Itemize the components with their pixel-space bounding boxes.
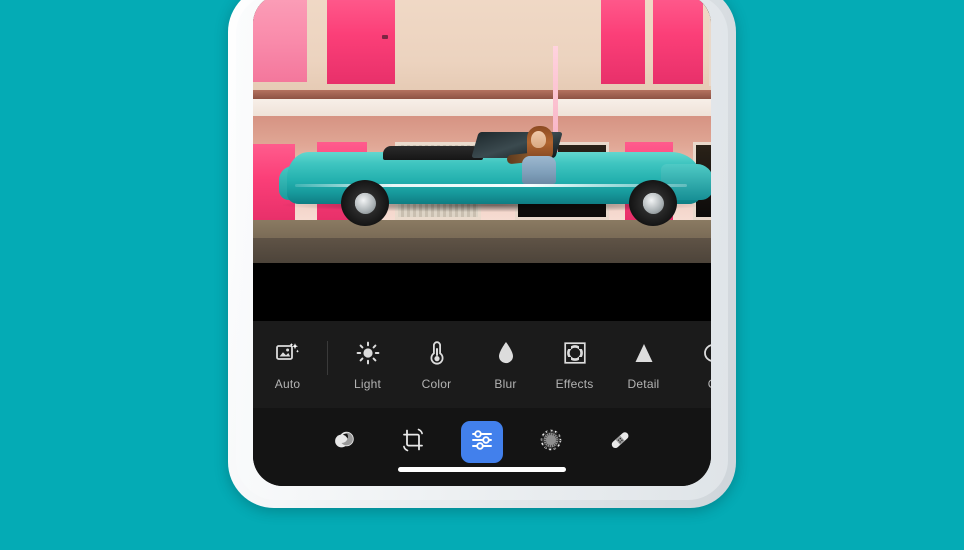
upper-door [253,0,307,82]
motel-balcony-rail [253,99,711,116]
tool-label: Detail [627,376,660,391]
upper-door [653,0,703,84]
nav-item-filters[interactable] [323,421,365,463]
tool-label: O [708,377,711,391]
edited-photo [253,0,711,263]
tool-light[interactable]: Light [333,326,402,404]
tool-label: Auto [274,376,301,391]
upper-door [327,0,395,84]
lens-filters-icon [331,427,357,458]
door-knob [382,35,388,40]
car-seats [383,146,483,160]
convertible-car [279,126,711,226]
optics-icon [701,338,711,368]
thermometer-icon [428,338,446,368]
upper-door [601,0,645,84]
tool-optics[interactable]: O [678,326,711,404]
tool-effects[interactable]: Effects [540,326,609,404]
edit-tools-strip[interactable]: Auto Light Color Blur Effects Detail [253,321,711,408]
crop-rotate-icon [400,427,426,458]
droplet-icon [496,338,516,368]
phone-bezel: Auto Light Color Blur Effects Detail [236,0,728,500]
upper-window [709,0,711,86]
motel-ledge-shadow [253,90,711,99]
nav-button-row [253,414,711,470]
tool-auto[interactable]: Auto [253,326,322,404]
phone-device-frame: Auto Light Color Blur Effects Detail [228,0,736,508]
triangle-icon [632,338,656,368]
home-indicator[interactable] [398,467,566,472]
photo-preview-canvas[interactable] [253,0,711,263]
person-face [531,131,546,148]
tool-color[interactable]: Color [402,326,471,404]
vignette-icon [563,338,587,368]
tool-label: Color [421,376,452,391]
phone-screen: Auto Light Color Blur Effects Detail [253,0,711,486]
tools-divider [327,340,328,375]
car-front-wheel [629,180,677,226]
tool-label: Blur [494,376,517,391]
tool-blur[interactable]: Blur [471,326,540,404]
tool-label: Effects [555,376,594,391]
car-rear-wheel [341,180,389,226]
healing-patch-icon [607,427,633,458]
motel-asphalt [253,238,711,263]
tool-label: Light [353,376,382,391]
sliders-icon [469,427,495,458]
letterbox-area [253,263,711,321]
tool-detail[interactable]: Detail [609,326,678,404]
bottom-navigation-bar [253,408,711,486]
radial-mask-icon [538,427,564,458]
person-torso [522,156,556,184]
nav-item-crop[interactable] [392,421,434,463]
nav-item-healing[interactable] [599,421,641,463]
auto-enhance-icon [275,338,300,368]
sun-icon [356,338,380,368]
nav-item-masking[interactable] [530,421,572,463]
nav-item-adjustments[interactable] [461,421,503,463]
